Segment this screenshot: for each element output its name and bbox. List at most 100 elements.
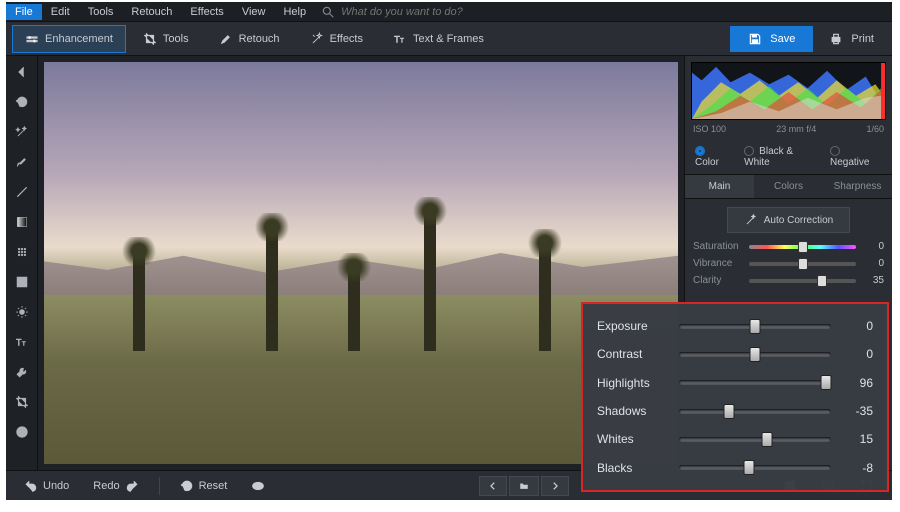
mode-bw[interactable]: Black & White bbox=[744, 146, 818, 168]
slider-label: Whites bbox=[597, 432, 667, 446]
rotate-icon[interactable] bbox=[12, 92, 32, 112]
menu-effects[interactable]: Effects bbox=[181, 4, 232, 20]
slider-value: 0 bbox=[862, 241, 884, 252]
tab-tools[interactable]: Tools bbox=[130, 25, 202, 53]
svg-text:T: T bbox=[400, 37, 404, 44]
slider-value: 0 bbox=[862, 258, 884, 269]
slider-track[interactable] bbox=[679, 380, 831, 385]
tab-retouch[interactable]: Retouch bbox=[206, 25, 293, 53]
slider-vibrance[interactable]: Vibrance 0 bbox=[693, 258, 884, 269]
tool-sidebar: TT bbox=[6, 56, 38, 470]
slider-knob[interactable] bbox=[762, 432, 773, 447]
slider-highlights[interactable]: Highlights 96 bbox=[597, 376, 873, 390]
menu-edit[interactable]: Edit bbox=[42, 4, 79, 20]
slider-value: -8 bbox=[843, 461, 873, 475]
slider-shadows[interactable]: Shadows -35 bbox=[597, 404, 873, 418]
slider-knob[interactable] bbox=[817, 275, 827, 287]
shutter-value: 1/60 bbox=[866, 124, 884, 134]
slider-whites[interactable]: Whites 15 bbox=[597, 432, 873, 446]
print-button[interactable]: Print bbox=[817, 26, 886, 52]
retouch-icon bbox=[219, 32, 233, 46]
tab-label: Retouch bbox=[239, 33, 280, 45]
subtab-main[interactable]: Main bbox=[685, 175, 754, 198]
sun-icon[interactable] bbox=[12, 302, 32, 322]
pen-icon[interactable] bbox=[12, 182, 32, 202]
slider-value: -35 bbox=[843, 404, 873, 418]
slider-track[interactable] bbox=[749, 245, 856, 249]
back-icon[interactable] bbox=[12, 62, 32, 82]
slider-blacks[interactable]: Blacks -8 bbox=[597, 461, 873, 475]
slider-label: Saturation bbox=[693, 241, 743, 252]
slider-label: Contrast bbox=[597, 347, 667, 361]
slider-track[interactable] bbox=[749, 279, 856, 283]
search-input[interactable] bbox=[335, 4, 495, 20]
auto-correction-button[interactable]: Auto Correction bbox=[727, 207, 850, 233]
slider-knob[interactable] bbox=[821, 375, 832, 390]
subtab-colors[interactable]: Colors bbox=[754, 175, 823, 198]
brush-icon[interactable] bbox=[12, 152, 32, 172]
gradient-icon[interactable] bbox=[12, 212, 32, 232]
tab-effects[interactable]: Effects bbox=[297, 25, 376, 53]
menu-file[interactable]: File bbox=[6, 4, 42, 20]
redo-button[interactable]: Redo bbox=[83, 475, 148, 497]
tab-label: Text & Frames bbox=[413, 33, 484, 45]
slider-knob[interactable] bbox=[798, 241, 808, 253]
svg-text:T: T bbox=[16, 338, 22, 348]
slider-knob[interactable] bbox=[750, 319, 761, 334]
slider-value: 35 bbox=[862, 275, 884, 286]
slider-label: Exposure bbox=[597, 319, 667, 333]
slider-track[interactable] bbox=[679, 324, 831, 329]
menu-retouch[interactable]: Retouch bbox=[122, 4, 181, 20]
crop-tool-icon[interactable] bbox=[12, 392, 32, 412]
slider-contrast[interactable]: Contrast 0 bbox=[597, 347, 873, 361]
svg-text:T: T bbox=[22, 342, 26, 348]
histogram bbox=[691, 62, 886, 120]
slider-knob[interactable] bbox=[798, 258, 808, 270]
slider-track[interactable] bbox=[679, 437, 831, 442]
slider-value: 0 bbox=[843, 347, 873, 361]
menu-tools[interactable]: Tools bbox=[79, 4, 123, 20]
preview-button[interactable] bbox=[241, 475, 275, 497]
slider-label: Blacks bbox=[597, 461, 667, 475]
slider-knob[interactable] bbox=[743, 460, 754, 475]
prev-image-button[interactable] bbox=[479, 476, 507, 496]
autofix-icon[interactable] bbox=[12, 122, 32, 142]
wand-icon bbox=[744, 213, 758, 227]
slider-value: 15 bbox=[843, 432, 873, 446]
slider-saturation[interactable]: Saturation 0 bbox=[693, 241, 884, 252]
vignette-icon[interactable] bbox=[12, 272, 32, 292]
slider-track[interactable] bbox=[679, 465, 831, 470]
tab-text-frames[interactable]: TT Text & Frames bbox=[380, 25, 497, 53]
mode-color[interactable]: Color bbox=[695, 146, 732, 168]
tab-label: Tools bbox=[163, 33, 189, 45]
next-image-button[interactable] bbox=[541, 476, 569, 496]
menu-view[interactable]: View bbox=[233, 4, 275, 20]
slider-label: Highlights bbox=[597, 376, 667, 390]
text-tool-icon[interactable]: TT bbox=[12, 332, 32, 352]
slider-exposure[interactable]: Exposure 0 bbox=[597, 319, 873, 333]
tab-label: Enhancement bbox=[45, 33, 113, 45]
slider-knob[interactable] bbox=[724, 404, 735, 419]
slider-clarity[interactable]: Clarity 35 bbox=[693, 275, 884, 286]
mode-negative[interactable]: Negative bbox=[830, 146, 882, 168]
menu-help[interactable]: Help bbox=[274, 4, 315, 20]
slider-knob[interactable] bbox=[750, 347, 761, 362]
subtab-sharpness[interactable]: Sharpness bbox=[823, 175, 892, 198]
browse-button[interactable] bbox=[509, 476, 539, 496]
globe-icon[interactable] bbox=[12, 422, 32, 442]
undo-button[interactable]: Undo bbox=[14, 475, 79, 497]
slider-track[interactable] bbox=[679, 352, 831, 357]
tab-enhancement[interactable]: Enhancement bbox=[12, 25, 126, 53]
print-icon bbox=[829, 32, 843, 46]
print-label: Print bbox=[851, 33, 874, 45]
slider-track[interactable] bbox=[679, 409, 831, 414]
slider-track[interactable] bbox=[749, 262, 856, 266]
save-button[interactable]: Save bbox=[730, 26, 813, 52]
pattern-icon[interactable] bbox=[12, 242, 32, 262]
wrench-icon[interactable] bbox=[12, 362, 32, 382]
text-icon: TT bbox=[393, 32, 407, 46]
wand-icon bbox=[310, 32, 324, 46]
reset-button[interactable]: Reset bbox=[170, 475, 238, 497]
slider-value: 0 bbox=[843, 319, 873, 333]
slider-label: Vibrance bbox=[693, 258, 743, 269]
